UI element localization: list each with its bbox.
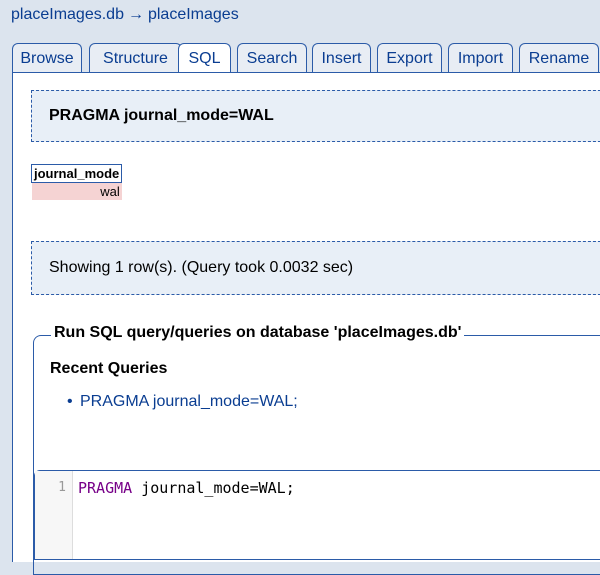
- line-number: 1: [58, 480, 66, 495]
- tab-export[interactable]: Export: [377, 43, 442, 73]
- sql-code-rest: journal_mode=WAL;: [132, 479, 295, 497]
- sql-keyword: PRAGMA: [78, 479, 133, 497]
- recent-queries-list: • PRAGMA journal_mode=WAL;: [67, 393, 298, 411]
- result-column-header[interactable]: journal_mode: [30, 164, 123, 183]
- query-status-box: Showing 1 row(s). (Query took 0.0032 sec…: [31, 241, 600, 295]
- executed-query-box: PRAGMA journal_mode=WAL: [31, 90, 600, 142]
- result-table: journal_mode wal: [30, 164, 123, 200]
- tab-rename[interactable]: Rename: [519, 43, 599, 73]
- breadcrumb-table-link[interactable]: placeImages: [148, 6, 239, 23]
- bullet-icon: •: [67, 393, 73, 410]
- run-sql-legend: Run SQL query/queries on database 'place…: [51, 324, 465, 342]
- sql-editor[interactable]: 1 PRAGMA journal_mode=WAL;: [34, 470, 600, 560]
- breadcrumb-database-link[interactable]: placeImages.db: [11, 6, 124, 23]
- tab-search[interactable]: Search: [237, 43, 307, 73]
- list-item: • PRAGMA journal_mode=WAL;: [67, 393, 298, 411]
- recent-queries-title: Recent Queries: [50, 360, 168, 377]
- result-cell: wal: [31, 182, 122, 200]
- code-line[interactable]: PRAGMA journal_mode=WAL;: [78, 479, 295, 497]
- breadcrumb: placeImages.db → placeImages: [11, 6, 239, 24]
- tab-import[interactable]: Import: [448, 43, 513, 73]
- editor-gutter: 1: [35, 471, 73, 559]
- breadcrumb-arrow: →: [127, 6, 144, 23]
- tab-browse[interactable]: Browse: [12, 43, 82, 73]
- query-status-text: Showing 1 row(s). (Query took 0.0032 sec…: [49, 259, 354, 276]
- executed-query-text: PRAGMA journal_mode=WAL: [49, 107, 274, 124]
- tab-insert[interactable]: Insert: [312, 43, 371, 73]
- recent-query-link[interactable]: PRAGMA journal_mode=WAL;: [80, 393, 298, 410]
- tab-sql[interactable]: SQL: [178, 43, 231, 74]
- tab-structure[interactable]: Structure: [89, 43, 182, 73]
